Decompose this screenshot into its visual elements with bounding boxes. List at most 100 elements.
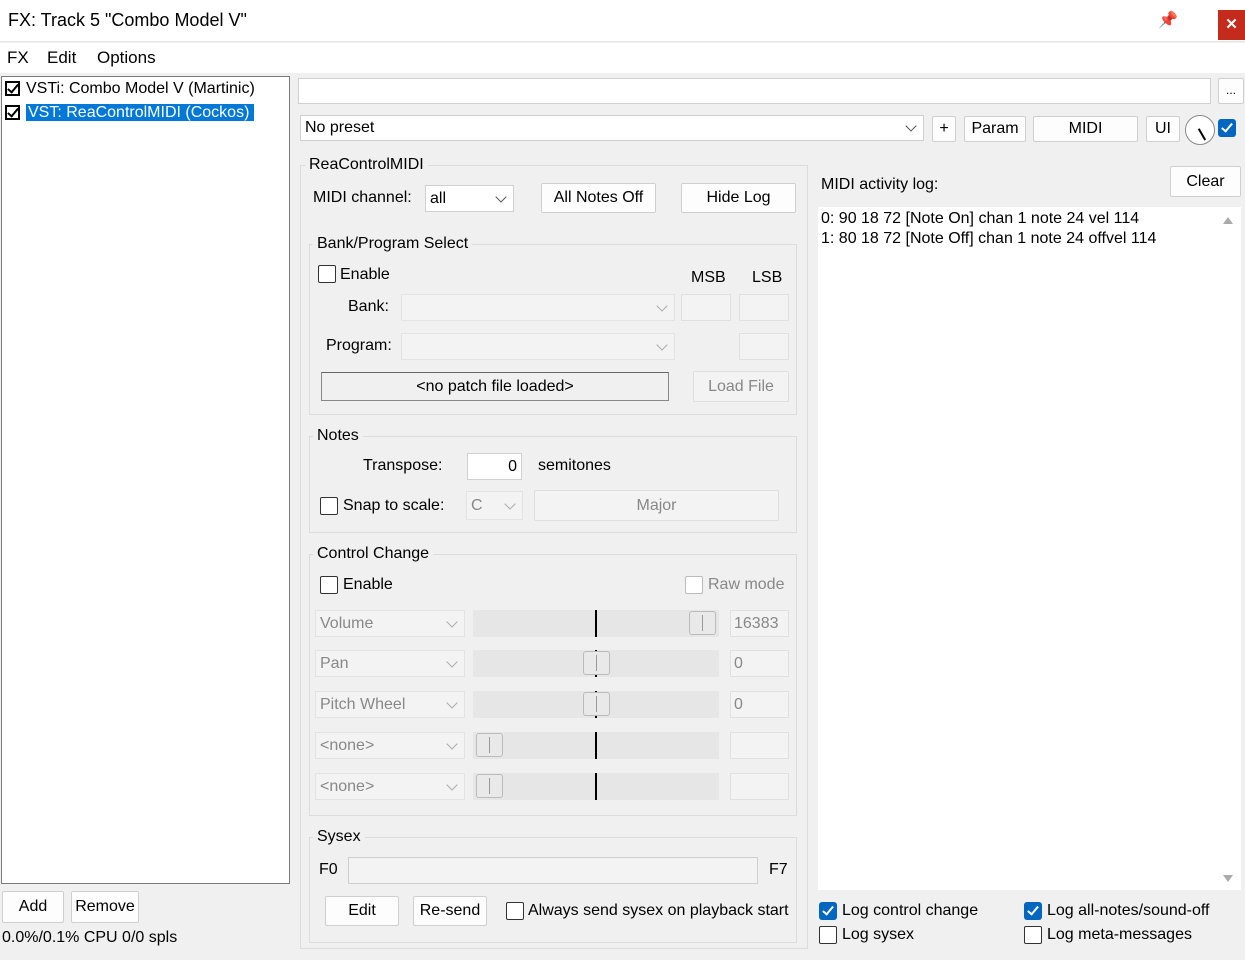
scroll-down-icon[interactable] — [1223, 875, 1233, 882]
snap-to-scale-label: Snap to scale: — [343, 497, 445, 514]
chevron-down-icon — [446, 655, 458, 668]
cc-value-field[interactable] — [730, 773, 789, 800]
add-button[interactable]: Add — [2, 891, 64, 923]
bank-label: Bank: — [348, 298, 389, 315]
slider-thumb[interactable] — [689, 611, 716, 635]
menu-edit[interactable]: Edit — [47, 48, 76, 68]
midi-channel-dropdown[interactable]: all — [425, 185, 514, 212]
cc-enable-label: Enable — [343, 576, 393, 593]
load-file-button[interactable]: Load File — [693, 371, 789, 402]
program-number-field[interactable] — [739, 333, 789, 360]
sysex-edit-button[interactable]: Edit — [325, 896, 399, 926]
clear-log-button[interactable]: Clear — [1170, 166, 1241, 197]
sysex-field[interactable] — [348, 857, 758, 884]
pin-icon[interactable]: 📌 — [1158, 10, 1178, 30]
all-notes-off-button[interactable]: All Notes Off — [541, 183, 656, 213]
preset-dropdown[interactable]: No preset — [300, 115, 924, 141]
chevron-down-icon — [446, 737, 458, 750]
cc-controller-dropdown[interactable]: Pan — [315, 650, 465, 677]
scale-type-button[interactable]: Major — [534, 490, 779, 521]
add-preset-button[interactable]: + — [932, 116, 956, 142]
bank-enable-checkbox[interactable] — [318, 265, 336, 283]
cpu-status: 0.0%/0.1% CPU 0/0 spls — [2, 929, 178, 946]
sysex-title: Sysex — [313, 828, 365, 846]
param-button[interactable]: Param — [964, 116, 1026, 142]
log-cc-checkbox[interactable] — [819, 902, 837, 920]
ui-button[interactable]: UI — [1146, 116, 1180, 142]
knob-indicator — [1197, 128, 1206, 141]
log-line: 1: 80 18 72 [Note Off] chan 1 note 24 of… — [821, 230, 1157, 247]
fx-chain-list[interactable] — [1, 76, 290, 884]
fx-enabled-checkbox[interactable] — [5, 105, 20, 121]
midi-button[interactable]: MIDI — [1033, 116, 1138, 142]
transpose-field[interactable]: 0 — [467, 453, 522, 480]
menu-options[interactable]: Options — [97, 48, 156, 68]
chevron-down-icon — [446, 615, 458, 628]
scroll-up-icon[interactable] — [1223, 217, 1233, 224]
preset-name-field[interactable] — [298, 78, 1211, 104]
bank-enable-label: Enable — [340, 266, 390, 283]
cc-value-field[interactable] — [730, 732, 789, 759]
menu-fx[interactable]: FX — [7, 48, 29, 68]
slider-thumb[interactable] — [582, 692, 610, 716]
control-change-title: Control Change — [313, 545, 434, 563]
scale-key-value: C — [471, 497, 483, 514]
chevron-down-icon — [656, 338, 668, 351]
log-all-notes-checkbox[interactable] — [1024, 902, 1042, 920]
always-send-sysex-checkbox[interactable] — [506, 902, 524, 920]
lsb-field[interactable] — [739, 294, 789, 321]
cc-value-field[interactable]: 0 — [730, 650, 789, 677]
cc-value-field[interactable]: 16383 — [730, 610, 789, 637]
semitones-label: semitones — [538, 457, 611, 474]
hide-log-button[interactable]: Hide Log — [681, 183, 796, 213]
chevron-down-icon — [446, 696, 458, 709]
slider-thumb[interactable] — [476, 733, 503, 757]
log-cc-label: Log control change — [842, 902, 979, 919]
slider-thumb[interactable] — [476, 774, 503, 798]
scale-key-dropdown[interactable]: C — [466, 491, 523, 520]
slider-center-line — [595, 773, 597, 800]
log-meta-checkbox[interactable] — [1024, 926, 1042, 944]
plugin-name: ReaControlMIDI — [305, 156, 428, 174]
more-options-button[interactable]: ... — [1218, 78, 1244, 104]
lsb-label: LSB — [752, 269, 783, 286]
msb-field[interactable] — [681, 294, 731, 321]
patch-file-display: <no patch file loaded> — [321, 372, 669, 401]
cc-controller-dropdown[interactable]: Pitch Wheel — [315, 691, 465, 718]
slider-center-line — [595, 610, 597, 637]
cc-value-field[interactable]: 0 — [730, 691, 789, 718]
raw-mode-checkbox[interactable] — [685, 576, 703, 594]
cc-controller-dropdown[interactable]: Volume — [315, 610, 465, 637]
cc-controller-name: Pan — [320, 655, 349, 672]
chevron-down-icon — [446, 778, 458, 791]
fx-item-label: VSTi: Combo Model V (Martinic) — [26, 80, 255, 97]
cc-controller-dropdown[interactable]: <none> — [315, 773, 465, 800]
sysex-f7-label: F7 — [769, 861, 788, 878]
wet-knob[interactable] — [1185, 115, 1215, 145]
bank-program-title: Bank/Program Select — [313, 235, 473, 253]
fx-enabled-checkbox[interactable] — [5, 81, 20, 97]
sysex-f0-label: F0 — [319, 861, 338, 878]
remove-button[interactable]: Remove — [71, 891, 139, 923]
cc-enable-checkbox[interactable] — [320, 576, 338, 594]
cc-controller-name: Pitch Wheel — [320, 696, 406, 713]
bank-dropdown[interactable] — [401, 294, 675, 321]
menu-bar — [0, 43, 1245, 73]
midi-log-area[interactable] — [818, 207, 1241, 890]
log-sysex-checkbox[interactable] — [819, 926, 837, 944]
fx-item-combo-model-v[interactable]: VSTi: Combo Model V (Martinic) — [5, 78, 255, 100]
chevron-down-icon — [656, 299, 668, 312]
sysex-group — [309, 837, 797, 943]
slider-thumb[interactable] — [582, 651, 610, 675]
chevron-down-icon — [504, 497, 516, 510]
chevron-down-icon — [905, 120, 917, 132]
notes-title: Notes — [313, 427, 363, 445]
msb-label: MSB — [691, 269, 726, 286]
close-button[interactable]: ✕ — [1218, 10, 1245, 40]
bypass-toggle-checkbox[interactable] — [1218, 119, 1236, 137]
cc-controller-dropdown[interactable]: <none> — [315, 732, 465, 759]
program-dropdown[interactable] — [401, 333, 675, 360]
fx-item-reacontrolmidi[interactable]: VST: ReaControlMIDI (Cockos) — [5, 102, 255, 124]
snap-to-scale-checkbox[interactable] — [320, 497, 338, 515]
sysex-resend-button[interactable]: Re-send — [413, 896, 487, 926]
